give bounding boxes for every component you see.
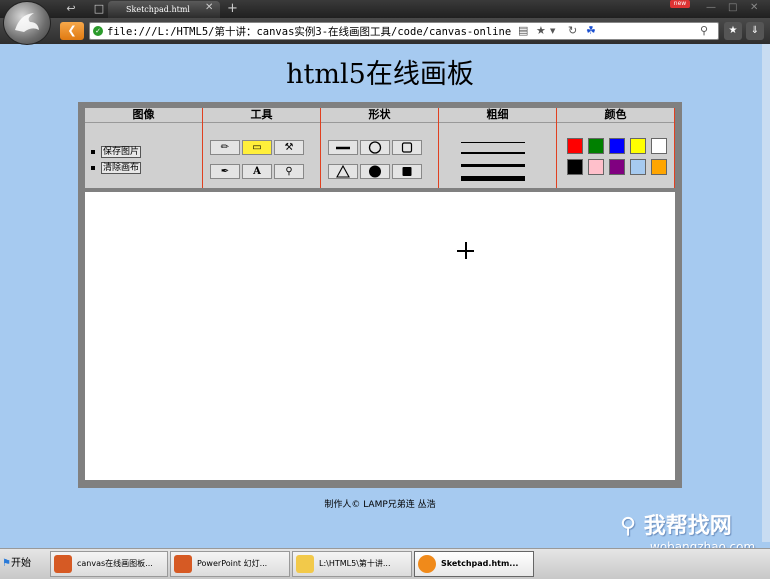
translate-icon[interactable]: ▤: [518, 24, 528, 37]
pencil-tool-button[interactable]: ✏: [210, 140, 240, 155]
address-bar[interactable]: ✓ file:///L:/HTML5/第十讲：canvas实例3-在线画图工具/…: [89, 22, 719, 40]
vertical-scrollbar[interactable]: [762, 44, 770, 542]
color-swatch[interactable]: [609, 159, 625, 175]
drawing-canvas[interactable]: [85, 192, 675, 480]
page-icon[interactable]: □: [90, 2, 108, 16]
reload-icon[interactable]: ↻: [568, 24, 577, 37]
bookmark-star-icon[interactable]: ★: [536, 24, 546, 37]
start-label: 开始: [10, 558, 31, 569]
task-label: PowerPoint 幻灯...: [197, 559, 268, 568]
line-shape-button[interactable]: [328, 140, 358, 155]
start-button[interactable]: ⚑开始: [2, 554, 31, 569]
browser-logo-icon[interactable]: [3, 1, 51, 45]
tools-section-heading: 工具: [203, 108, 320, 123]
shapes-section: 形状: [321, 108, 439, 188]
image-section-heading: 图像: [85, 108, 202, 123]
thickness-option-2[interactable]: [461, 152, 525, 154]
paint-bucket-icon: ⚒: [284, 142, 294, 153]
text-tool-button[interactable]: A: [242, 164, 272, 179]
paint-bucket-tool-button[interactable]: ⚒: [274, 140, 304, 155]
tab-sketchpad[interactable]: Sketchpad.html: [108, 1, 220, 18]
security-shield-icon: ✓: [93, 26, 103, 36]
undo-close-icon[interactable]: ↩: [62, 2, 80, 16]
tools-section: 工具 ✏ ▭ ⚒ ✒ A ⚲: [203, 108, 321, 188]
taskbar: ⚑开始 canvas在线画图板... PowerPoint 幻灯... L:\H…: [0, 548, 770, 579]
taskbar-item-folder[interactable]: L:\HTML5\第十讲...: [292, 551, 412, 577]
close-window-icon[interactable]: ✕: [750, 2, 758, 13]
circle-outline-icon: [368, 141, 382, 154]
magnifier-icon: ⚲: [285, 166, 293, 177]
task-label: L:\HTML5\第十讲...: [319, 559, 391, 568]
downloads-button[interactable]: ⇓: [746, 22, 764, 40]
rectangle-outline-icon: [401, 142, 413, 153]
url-text: file:///L:/HTML5/第十讲：canvas实例3-在线画图工具/co…: [107, 26, 512, 38]
taskbar-item-canvas[interactable]: canvas在线画图板...: [50, 551, 168, 577]
task-label: canvas在线画图板...: [77, 559, 153, 568]
thickness-section-heading: 粗细: [439, 108, 556, 123]
crosshair-cursor-icon: [457, 242, 474, 259]
clear-canvas-button[interactable]: 清除画布: [101, 162, 142, 174]
thickness-section: 粗细: [439, 108, 557, 188]
sketchpad-toolbar: 图像 保存图片 清除画布 工具 ✏ ▭ ⚒ ✒ A ⚲ 形状 粗细 颜色: [85, 108, 675, 188]
page-title: html5在线画板: [286, 59, 474, 90]
thickness-option-4[interactable]: [461, 176, 525, 181]
search-icon[interactable]: ⚲: [700, 24, 708, 37]
magnifier-tool-button[interactable]: ⚲: [274, 164, 304, 179]
taskbar-item-powerpoint[interactable]: PowerPoint 幻灯...: [170, 551, 290, 577]
color-swatch[interactable]: [651, 159, 667, 175]
tab-title: Sketchpad.html: [126, 5, 190, 14]
filled-rectangle-icon: [402, 167, 412, 176]
watermark-magnifier-icon: ⚲: [620, 514, 637, 539]
color-swatch[interactable]: [651, 138, 667, 154]
powerpoint-icon: [174, 555, 192, 573]
sketchpad-frame: 图像 保存图片 清除画布 工具 ✏ ▭ ⚒ ✒ A ⚲ 形状 粗细 颜色: [78, 102, 682, 488]
save-image-button[interactable]: 保存图片: [101, 146, 142, 158]
watermark-cn: 我帮找网: [643, 514, 732, 539]
circle-shape-button[interactable]: [360, 140, 390, 155]
triangle-outline-icon: [336, 164, 350, 178]
taskbar-item-sketchpad[interactable]: Sketchpad.htm...: [414, 551, 534, 577]
powerpoint-icon: [54, 555, 72, 573]
triangle-shape-button[interactable]: [328, 164, 358, 179]
color-swatch[interactable]: [567, 138, 583, 154]
eyedropper-icon: ✒: [220, 166, 230, 177]
line-icon: [336, 146, 350, 150]
text-icon: A: [253, 166, 261, 177]
folder-icon: [296, 555, 314, 573]
maximize-icon[interactable]: □: [728, 2, 737, 13]
thickness-option-3[interactable]: [461, 164, 525, 167]
color-swatch[interactable]: [609, 138, 625, 154]
eraser-tool-button[interactable]: ▭: [242, 140, 272, 155]
colors-section-heading: 颜色: [557, 108, 674, 123]
watermark-text: ⚲ 我帮找网: [620, 508, 765, 540]
pencil-icon: ✏: [220, 142, 230, 153]
colors-section: 颜色: [557, 108, 675, 188]
color-swatch[interactable]: [630, 159, 646, 175]
rectangle-shape-button[interactable]: [392, 140, 422, 155]
windows-logo-icon: ⚑: [2, 558, 11, 569]
task-label: Sketchpad.htm...: [441, 559, 519, 568]
browser-icon: [418, 555, 436, 573]
filled-circle-icon: [369, 165, 381, 178]
search-engine-icon[interactable]: ☘: [586, 24, 596, 37]
shapes-section-heading: 形状: [321, 108, 438, 123]
color-swatch[interactable]: [567, 159, 583, 175]
favorites-button[interactable]: ★: [724, 22, 742, 40]
minimize-icon[interactable]: —: [706, 2, 716, 13]
filled-rectangle-shape-button[interactable]: [392, 164, 422, 179]
color-swatch[interactable]: [630, 138, 646, 154]
filled-circle-shape-button[interactable]: [360, 164, 390, 179]
image-section: 图像 保存图片 清除画布: [85, 108, 203, 188]
new-badge: new: [670, 0, 690, 8]
back-button[interactable]: ❮: [60, 22, 84, 40]
thickness-option-1[interactable]: [461, 142, 525, 143]
color-swatch[interactable]: [588, 159, 604, 175]
color-swatch[interactable]: [588, 138, 604, 154]
eyedropper-tool-button[interactable]: ✒: [210, 164, 240, 179]
tab-close-icon[interactable]: ✕: [205, 2, 213, 13]
dropdown-arrow-icon[interactable]: ▼: [550, 27, 555, 35]
eraser-icon: ▭: [252, 142, 262, 153]
new-tab-icon[interactable]: +: [227, 1, 238, 16]
